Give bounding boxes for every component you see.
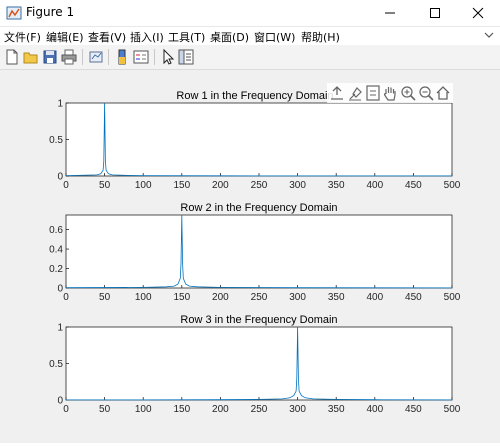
x-tick-label: 250 [251, 180, 268, 191]
subplot-2-title: Row 2 in the Frequency Domain [180, 202, 337, 214]
menu-tools[interactable]: 工具(T) [168, 29, 205, 45]
y-tick-label: 0 [57, 396, 63, 407]
y-tick-label: 1 [57, 99, 63, 110]
x-tick-label: 450 [405, 404, 422, 415]
menu-edit[interactable]: 编辑(E) [46, 29, 84, 45]
x-tick-label: 50 [99, 292, 111, 303]
subplots-svg: Row 1 in the Frequency Domain 0 50 100 150 2… [49, 83, 461, 415]
y-tick-label: 0.6 [49, 225, 63, 236]
save-icon[interactable] [41, 48, 59, 66]
x-tick-label: 100 [135, 292, 152, 303]
x-tick-label: 100 [135, 180, 152, 191]
menu-file[interactable]: 文件(F) [4, 29, 41, 45]
window-titlebar: Figure 1 [0, 0, 500, 27]
x-tick-label: 300 [289, 404, 306, 415]
subplot-1: Row 1 in the Frequency Domain 0 50 100 150 2… [49, 90, 461, 191]
figure-toolbar [0, 45, 500, 70]
y-tick-label: 0 [57, 172, 63, 183]
x-tick-label: 500 [444, 180, 461, 191]
insert-legend-icon[interactable] [132, 48, 150, 66]
x-tick-label: 300 [289, 292, 306, 303]
y-tick-label: 0.5 [49, 359, 63, 370]
x-tick-label: 150 [173, 404, 190, 415]
insert-colorbar-icon[interactable] [113, 48, 131, 66]
x-tick-label: 300 [289, 180, 306, 191]
matlab-figure-icon [6, 6, 22, 20]
property-inspector-icon[interactable] [177, 48, 195, 66]
x-tick-label: 400 [366, 180, 383, 191]
axes-2[interactable] [65, 214, 453, 289]
minimize-icon [385, 12, 395, 14]
axes-3[interactable] [65, 326, 453, 401]
x-tick-label: 200 [212, 180, 229, 191]
new-figure-icon[interactable] [3, 48, 21, 66]
print-icon[interactable] [60, 48, 78, 66]
x-tick-label: 450 [405, 180, 422, 191]
x-tick-label: 350 [328, 292, 345, 303]
axes-1[interactable] [65, 102, 453, 177]
x-tick-label: 200 [212, 292, 229, 303]
subplot-3: Row 3 in the Frequency Domain 0 50 100 150 2… [49, 314, 461, 415]
menu-bar: 文件(F) 编辑(E) 查看(V) 插入(I) 工具(T) 桌面(D) 窗口(W… [0, 27, 500, 45]
figure-canvas: Row 1 in the Frequency Domain 0 50 100 150 2… [0, 70, 500, 443]
open-file-icon[interactable] [22, 48, 40, 66]
x-tick-label: 200 [212, 404, 229, 415]
maximize-button[interactable] [413, 0, 457, 26]
menu-desktop[interactable]: 桌面(D) [210, 29, 249, 45]
x-tick-label: 0 [63, 292, 69, 303]
toolbar-separator [154, 49, 155, 65]
link-plot-icon[interactable] [87, 48, 105, 66]
x-tick-label: 50 [99, 180, 111, 191]
toolbar-separator [82, 49, 83, 65]
x-tick-label: 50 [99, 404, 111, 415]
x-tick-label: 500 [444, 404, 461, 415]
edit-plot-icon[interactable] [158, 48, 176, 66]
x-tick-label: 150 [173, 180, 190, 191]
menu-overflow-icon[interactable] [484, 30, 494, 40]
close-icon [472, 7, 484, 19]
toolbar-separator [108, 49, 109, 65]
y-tick-label: 0.4 [49, 245, 63, 256]
menu-help[interactable]: 帮助(H) [301, 29, 340, 45]
subplot-2: Row 2 in the Frequency Domain 0 50 100 150 2… [49, 202, 461, 303]
axes-toolbar [327, 83, 453, 103]
maximize-icon [430, 8, 440, 18]
x-tick-label: 350 [328, 180, 345, 191]
y-tick-label: 0.5 [49, 135, 63, 146]
x-tick-label: 100 [135, 404, 152, 415]
x-tick-label: 0 [63, 180, 69, 191]
y-tick-label: 1 [57, 323, 63, 334]
menu-window[interactable]: 窗口(W) [254, 29, 295, 45]
x-tick-label: 250 [251, 404, 268, 415]
close-button[interactable] [456, 0, 500, 26]
x-tick-label: 0 [63, 404, 69, 415]
window-title: Figure 1 [26, 5, 75, 19]
x-tick-label: 250 [251, 292, 268, 303]
menu-view[interactable]: 查看(V) [88, 29, 126, 45]
y-tick-label: 0 [57, 284, 63, 295]
x-tick-label: 400 [366, 292, 383, 303]
subplot-1-title: Row 1 in the Frequency Domain [176, 90, 333, 102]
minimize-button[interactable] [368, 0, 412, 26]
x-tick-label: 400 [366, 404, 383, 415]
subplot-3-title: Row 3 in the Frequency Domain [180, 314, 337, 326]
x-tick-label: 500 [444, 292, 461, 303]
y-tick-label: 0.2 [49, 264, 63, 275]
menu-insert[interactable]: 插入(I) [130, 29, 164, 45]
x-tick-label: 150 [173, 292, 190, 303]
x-tick-label: 350 [328, 404, 345, 415]
x-tick-label: 450 [405, 292, 422, 303]
